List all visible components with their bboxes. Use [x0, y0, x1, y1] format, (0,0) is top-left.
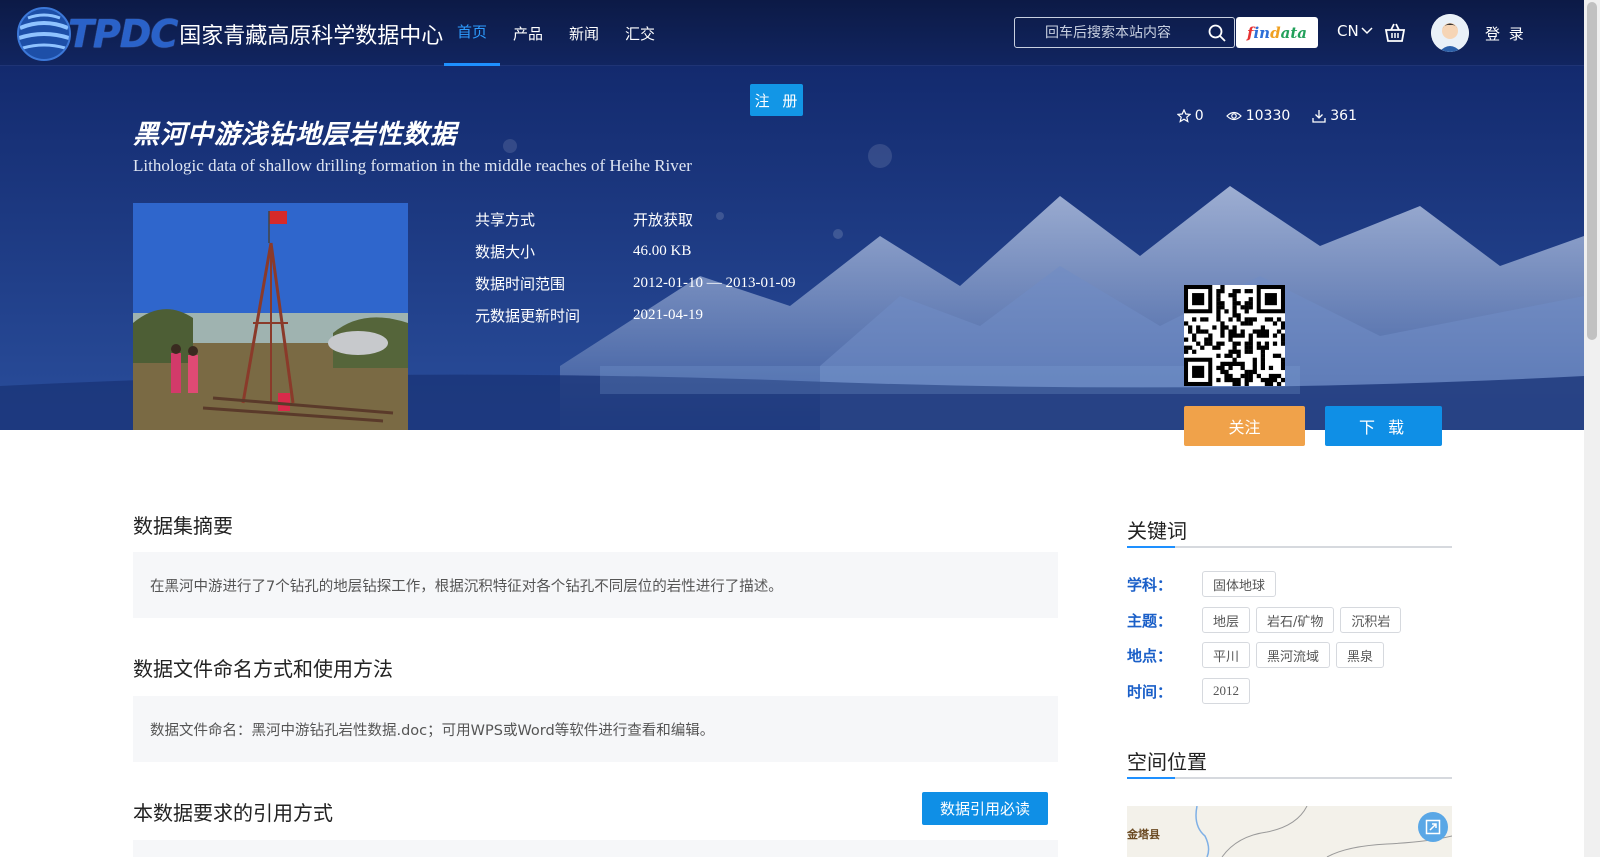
meta-label-updated: 元数据更新时间	[475, 306, 581, 325]
map-place-label: 金塔县	[1127, 828, 1160, 841]
keyword-tag[interactable]: 平川	[1202, 642, 1251, 668]
page-scrollbar[interactable]	[1584, 0, 1600, 857]
nav-submit[interactable]: 汇交	[612, 0, 668, 66]
meta-value-updated: 2021-04-19	[633, 306, 703, 323]
logo-text: 国家青藏高原科学数据中心	[179, 24, 444, 49]
site-logo[interactable]: TPDC 国家青藏高原科学数据中心	[14, 4, 443, 64]
language-switch[interactable]: CN	[1337, 22, 1373, 40]
keyword-row-time: 时间： 2012	[1127, 678, 1256, 704]
keywords-title: 关键词	[1127, 519, 1187, 543]
meta-label-sharing: 共享方式	[475, 210, 536, 229]
keyword-tag[interactable]: 沉积岩	[1340, 607, 1402, 633]
meta-value-sharing: 开放获取	[633, 210, 694, 229]
keyword-label: 地点：	[1127, 646, 1173, 665]
map-canvas	[1127, 806, 1452, 857]
nav-products[interactable]: 产品	[500, 0, 556, 66]
keyword-tag[interactable]: 岩石/矿物	[1256, 607, 1335, 633]
user-avatar[interactable]	[1431, 14, 1469, 52]
meta-label-size: 数据大小	[475, 242, 536, 261]
meta-row: 元数据更新时间 2021-04-19	[475, 299, 795, 331]
dataset-cover-image	[133, 203, 408, 430]
keyword-tag[interactable]: 黑河流域	[1256, 642, 1331, 668]
cart-icon[interactable]	[1384, 22, 1406, 44]
meta-label-time-range: 数据时间范围	[475, 274, 566, 293]
naming-text: 数据文件命名：黑河中游钻孔岩性数据.doc；可用WPS或Word等软件进行查看和…	[150, 722, 715, 739]
logo-mark: TPDC	[68, 12, 178, 56]
location-title: 空间位置	[1127, 750, 1207, 774]
meta-row: 数据时间范围 2012-01-10 — 2013-01-09	[475, 267, 795, 299]
follow-button[interactable]: 关注	[1184, 406, 1305, 446]
dataset-stats: 0 10330 361	[1155, 108, 1357, 124]
search-icon[interactable]	[1208, 24, 1226, 42]
keywords-divider	[1127, 546, 1452, 548]
login-link[interactable]: 登 录	[1485, 23, 1526, 44]
dataset-meta: 共享方式 开放获取 数据大小 46.00 KB 数据时间范围 2012-01-1…	[475, 203, 795, 331]
citation-guide-button[interactable]: 数据引用必读	[922, 792, 1048, 825]
keyword-row-subject: 学科： 固体地球	[1127, 571, 1282, 597]
meta-value-time-range: 2012-01-10 — 2013-01-09	[633, 274, 796, 291]
download-icon	[1312, 110, 1326, 123]
abstract-title: 数据集摘要	[133, 514, 233, 538]
expand-icon[interactable]	[1418, 812, 1448, 842]
keyword-label: 学科：	[1127, 575, 1173, 594]
naming-title: 数据文件命名方式和使用方法	[133, 657, 393, 681]
scrollbar-thumb[interactable]	[1587, 2, 1597, 340]
eye-icon	[1225, 111, 1242, 121]
main-nav: 首页 产品 新闻 汇交	[444, 0, 668, 66]
keyword-tag[interactable]: 黑泉	[1336, 642, 1385, 668]
meta-row: 共享方式 开放获取	[475, 203, 795, 235]
qr-code	[1184, 285, 1286, 387]
location-divider	[1127, 777, 1452, 779]
meta-row: 数据大小 46.00 KB	[475, 235, 795, 267]
register-button[interactable]: 注 册	[750, 84, 803, 116]
citation-title: 本数据要求的引用方式	[133, 801, 333, 825]
keyword-label: 时间：	[1127, 682, 1173, 701]
dataset-title-en: Lithologic data of shallow drilling form…	[133, 156, 692, 175]
meta-value-size: 46.00 KB	[633, 242, 692, 259]
keyword-row-theme: 主题： 地层 岩石/矿物 沉积岩	[1127, 607, 1407, 633]
naming-box: 数据文件命名：黑河中游钻孔岩性数据.doc；可用WPS或Word等软件进行查看和…	[133, 696, 1058, 762]
stat-downloads: 361	[1312, 108, 1357, 124]
abstract-text: 在黑河中游进行了7个钻孔的地层钻探工作，根据沉积特征对各个钻孔不同层位的岩性进行…	[150, 578, 783, 595]
star-icon	[1176, 109, 1191, 123]
dataset-title-zh: 黑河中游浅钻地层岩性数据	[133, 120, 458, 150]
citation-box	[133, 840, 1058, 857]
keyword-tag[interactable]: 固体地球	[1202, 571, 1277, 597]
search-box	[1014, 17, 1235, 48]
keyword-tag[interactable]: 2012	[1202, 678, 1250, 704]
download-button[interactable]: 下 载	[1325, 406, 1442, 446]
dataset-banner: 注 册 黑河中游浅钻地层岩性数据 Lithologic data of shal…	[0, 66, 1584, 430]
globe-logo-icon	[14, 4, 74, 64]
findata-button[interactable]: f in d ata	[1236, 17, 1318, 48]
keyword-label: 主题：	[1127, 611, 1173, 630]
search-input[interactable]	[1015, 24, 1195, 41]
chevron-down-icon	[1361, 27, 1373, 35]
stat-views: 10330	[1225, 108, 1290, 124]
stat-stars[interactable]: 0	[1176, 108, 1204, 124]
abstract-box: 在黑河中游进行了7个钻孔的地层钻探工作，根据沉积特征对各个钻孔不同层位的岩性进行…	[133, 552, 1058, 618]
nav-home[interactable]: 首页	[444, 0, 501, 66]
keyword-tag[interactable]: 地层	[1202, 607, 1251, 633]
location-map[interactable]: 金塔县	[1127, 806, 1452, 857]
language-label: CN	[1337, 22, 1359, 40]
keyword-row-place: 地点： 平川 黑河流域 黑泉	[1127, 642, 1390, 668]
top-header: TPDC 国家青藏高原科学数据中心 首页 产品 新闻 汇交 findata CN	[0, 0, 1584, 66]
nav-news[interactable]: 新闻	[556, 0, 612, 66]
